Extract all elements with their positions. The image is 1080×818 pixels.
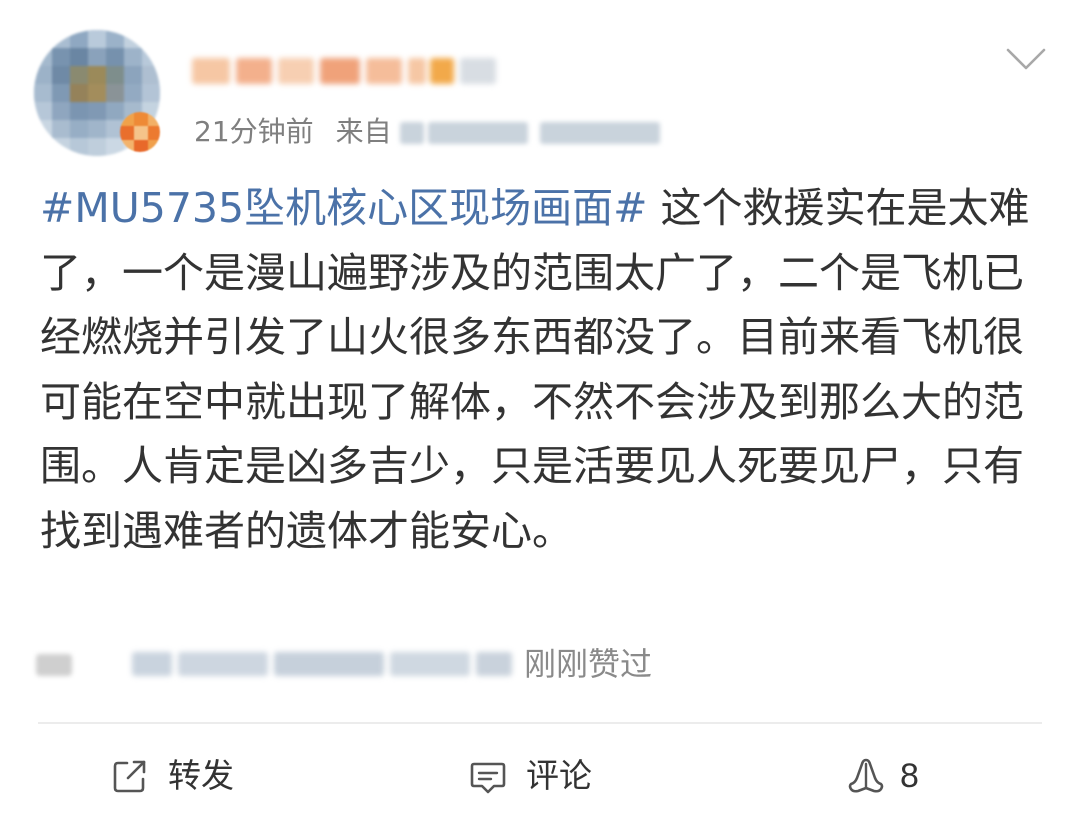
liked-by-row: 刚刚赞过 xyxy=(36,636,736,692)
liked-names-redacted[interactable] xyxy=(132,642,516,686)
post-time: 21分钟前 xyxy=(194,115,314,148)
username-redacted[interactable] xyxy=(190,50,500,90)
like-button[interactable]: 8 xyxy=(846,748,919,804)
forward-label: 转发 xyxy=(168,756,234,795)
source-prefix: 来自 xyxy=(335,115,392,148)
comment-bubble-icon xyxy=(470,762,506,794)
liked-avatar-redacted xyxy=(36,646,76,680)
liked-suffix: 刚刚赞过 xyxy=(524,645,653,683)
divider xyxy=(38,722,1042,724)
verified-badge-icon xyxy=(120,112,160,152)
thumbs-up-icon xyxy=(848,758,884,793)
forward-button[interactable]: 转发 xyxy=(110,748,234,804)
share-out-icon xyxy=(113,760,146,793)
weibo-post-card: 21分钟前 来自 #MU5735坠机核心区现场画面# 这个救援实在是太难了，一个… xyxy=(0,0,1080,818)
like-count: 8 xyxy=(900,757,919,795)
comment-button[interactable]: 评论 xyxy=(468,748,592,804)
source-redacted xyxy=(399,116,670,148)
hashtag-link[interactable]: #MU5735坠机核心区现场画面# xyxy=(40,184,647,232)
post-meta: 21分钟前 来自 xyxy=(194,110,670,154)
post-text: 这个救援实在是太难了，一个是漫山遍野涉及的范围太广了，二个是飞机已经燃烧并引发了… xyxy=(40,184,1030,555)
post-content: #MU5735坠机核心区现场画面# 这个救援实在是太难了，一个是漫山遍野涉及的范… xyxy=(40,176,1050,563)
comment-label: 评论 xyxy=(526,756,592,795)
chevron-down-icon[interactable] xyxy=(1004,44,1048,74)
